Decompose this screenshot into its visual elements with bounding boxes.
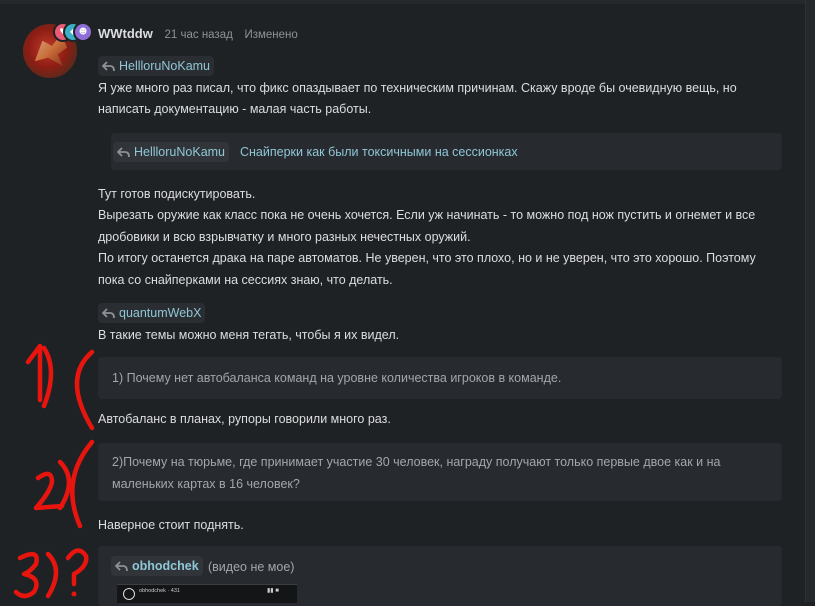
paragraph-2-line-4: По итогу останется драка на паре автомат… [98, 251, 756, 265]
quote-1-text: Снайперки как были токсичными на сессион… [240, 145, 518, 159]
video-controls-icon: ▮▮ ■ [267, 588, 279, 594]
mention-label: obhodchek [132, 559, 199, 573]
annotation-2-paren [57, 459, 72, 511]
paragraph-3: В такие темы можно меня тегать, чтобы я … [98, 328, 400, 342]
author-name[interactable]: WWtddw [98, 26, 153, 41]
person-badge-icon: ☻ [73, 22, 93, 42]
annotation-question-mark [65, 548, 89, 587]
paragraph-2-line-3: дробовики и всю взрывчатку и много разны… [98, 230, 471, 244]
quote-3-line-2: маленьких картах в 16 человек? [112, 477, 300, 491]
paragraph-5: Наверное стоит поднять. [98, 518, 244, 532]
reply-arrow-icon [102, 307, 115, 318]
reply-arrow-icon [117, 146, 130, 157]
mention-label: HellloruNoKamu [134, 145, 226, 159]
video-embed[interactable]: obhodchek · 431 ▮▮ ■ [117, 584, 297, 603]
top-divider [0, 0, 805, 4]
annotation-2-digit [33, 471, 65, 511]
reply-arrow-icon [102, 60, 115, 71]
quote-mention-hellloru[interactable]: HellloruNoKamu [113, 142, 230, 162]
channel-avatar-icon [123, 588, 135, 600]
mention-label: HellloruNoKamu [119, 59, 211, 73]
paragraph-1-line-1: Я уже много раз писал, что фикс опаздыва… [98, 81, 737, 95]
annotation-2-bracket [70, 439, 95, 529]
post-header: WWtddw 21 час назад Изменено [98, 26, 298, 42]
annotation-1-bracket [74, 349, 95, 431]
quote-block-3: 2)Почему на тюрьме, где принимает участи… [98, 443, 782, 501]
annotation-3-digit [13, 551, 39, 599]
paragraph-4: Автобаланс в планах, рупоры говорили мно… [98, 412, 391, 426]
reply-arrow-icon [115, 560, 128, 571]
paragraph-2-line-5: пока со снайперками на сессиях знаю, что… [98, 273, 393, 287]
quote-3-line-1: 2)Почему на тюрьме, где принимает участи… [112, 455, 721, 469]
quote-mention-obhodchek[interactable]: obhodchek [111, 556, 203, 576]
paragraph-1-line-2: написать документацию - малая часть рабо… [98, 102, 372, 116]
post-time[interactable]: 21 час назад [165, 29, 233, 41]
red-annotation-marks [13, 343, 95, 599]
quote-block-2: 1) Почему нет автобаланса команд на уров… [98, 357, 782, 399]
annotation-3-paren [45, 551, 59, 599]
edited-label[interactable]: Изменено [244, 29, 297, 41]
mention-label: quantumWebX [119, 306, 202, 320]
mention-quantumwebx[interactable]: quantumWebX [98, 303, 206, 323]
annotation-1-paren [41, 345, 54, 409]
mention-hellloru[interactable]: HellloruNoKamu [98, 56, 215, 76]
video-label: obhodchek · 431 [139, 588, 180, 594]
paragraph-2-line-1: Тут готов подискутировать. [98, 187, 256, 201]
quote-block-1: HellloruNoKamu Снайперки как были токсич… [111, 133, 782, 170]
annotation-1-digit [25, 343, 43, 403]
paragraph-2-line-2: Вырезать оружие как класс пока не очень … [98, 208, 756, 222]
scrollbar-track[interactable] [805, 0, 815, 602]
quote-4-note: (видео не мое) [208, 560, 295, 574]
quote-2-text: 1) Почему нет автобаланса команд на уров… [112, 371, 562, 385]
